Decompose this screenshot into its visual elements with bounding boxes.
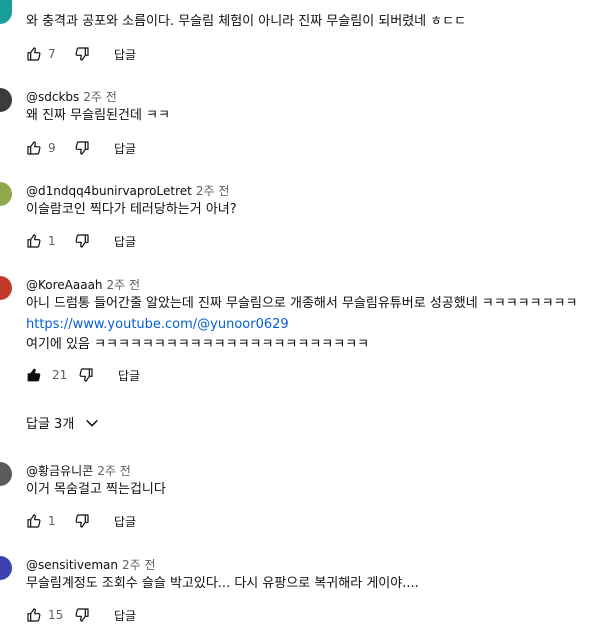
comment-time[interactable]: 2주 전	[196, 184, 230, 198]
comment-time[interactable]: 2주 전	[97, 464, 131, 478]
avatar[interactable]	[0, 182, 12, 206]
comment-author[interactable]: @KoreAaaah 2주 전	[26, 276, 140, 293]
thumbs-up-icon[interactable]	[26, 607, 42, 623]
thumbs-down-icon[interactable]	[78, 367, 94, 383]
author-handle[interactable]: @sensitiveman	[26, 558, 118, 572]
thumbs-down-icon[interactable]	[74, 233, 90, 249]
thumbs-up-icon[interactable]	[26, 513, 42, 529]
reply-button[interactable]: 답글	[114, 46, 136, 63]
thumbs-up-icon[interactable]	[26, 140, 42, 156]
comment-time[interactable]: 2주 전	[107, 278, 141, 292]
reply-button[interactable]: 답글	[114, 233, 136, 250]
comment-actions: 21 답글	[26, 365, 140, 385]
thumbs-up-icon[interactable]	[26, 233, 42, 249]
author-handle[interactable]: @d1ndqq4bunirvaproLetret	[26, 184, 192, 198]
comment-text: 왜 진짜 무슬림된건데 ㅋㅋ	[26, 108, 170, 123]
author-handle[interactable]: @황금유니콘	[26, 464, 93, 478]
avatar[interactable]	[0, 462, 12, 486]
avatar[interactable]	[0, 88, 12, 112]
thumbs-down-icon[interactable]	[74, 140, 90, 156]
comment-text: 와 충격과 공포와 소름이다. 무슬림 체험이 아니라 진짜 무슬림이 되버렸네…	[26, 14, 467, 29]
like-count: 7	[48, 47, 56, 61]
thumbs-up-icon[interactable]	[26, 46, 42, 62]
thumbs-down-icon[interactable]	[74, 46, 90, 62]
show-replies-button[interactable]: 답글 3개	[26, 413, 100, 432]
like-count: 15	[48, 608, 64, 622]
reply-button[interactable]: 답글	[118, 367, 140, 384]
avatar[interactable]	[0, 276, 12, 300]
comment-text: 여기에 있음 ㅋㅋㅋㅋㅋㅋㅋㅋㅋㅋㅋㅋㅋㅋㅋㅋㅋㅋㅋㅋㅋㅋㅋ	[26, 337, 370, 352]
comment-author[interactable]: @sdckbs 2주 전	[26, 88, 117, 105]
author-handle[interactable]: @sdckbs	[26, 90, 79, 104]
avatar[interactable]	[0, 0, 12, 24]
reply-button[interactable]: 답글	[114, 140, 136, 157]
author-handle[interactable]: @KoreAaaah	[26, 278, 103, 292]
comment-author[interactable]: @d1ndqq4bunirvaproLetret 2주 전	[26, 182, 229, 199]
comment-author[interactable]: @황금유니콘 2주 전	[26, 462, 131, 479]
thumbs-down-icon[interactable]	[74, 513, 90, 529]
comment-actions: 1 답글	[26, 231, 136, 251]
comment-time[interactable]: 2주 전	[122, 558, 156, 572]
comment-text: 무슬림계정도 조회수 슬슬 박고있다... 다시 유팡으로 복귀해라 게이야..…	[26, 576, 419, 591]
comment-time[interactable]: 2주 전	[83, 90, 117, 104]
like-count: 9	[48, 141, 56, 155]
like-count: 1	[48, 514, 56, 528]
avatar[interactable]	[0, 556, 12, 580]
like-count: 21	[52, 368, 68, 382]
comment-text: 이거 목숨걸고 찍는겁니다	[26, 482, 166, 497]
comment-link[interactable]: https://www.youtube.com/@yunoor0629	[26, 315, 289, 335]
comment-text: 아니 드럼통 들어간줄 알았는데 진짜 무슬림으로 개종해서 무슬림유튜버로 성…	[26, 296, 578, 311]
chevron-down-icon	[86, 419, 99, 427]
comment-author[interactable]: @sensitiveman 2주 전	[26, 556, 156, 573]
comment-actions: 15 답글	[26, 605, 136, 625]
comment-text: 이슬람코인 찍다가 테러당하는거 아녀?	[26, 202, 237, 217]
reply-button[interactable]: 답글	[114, 607, 136, 624]
replies-count-label: 답글 3개	[26, 417, 75, 432]
reply-button[interactable]: 답글	[114, 513, 136, 530]
comment-actions: 1 답글	[26, 511, 136, 531]
thumbs-down-icon[interactable]	[74, 607, 90, 623]
comment-actions: 7 답글	[26, 44, 136, 64]
like-count: 1	[48, 234, 56, 248]
comment-actions: 9 답글	[26, 138, 136, 158]
thumbs-up-icon[interactable]	[26, 367, 42, 383]
